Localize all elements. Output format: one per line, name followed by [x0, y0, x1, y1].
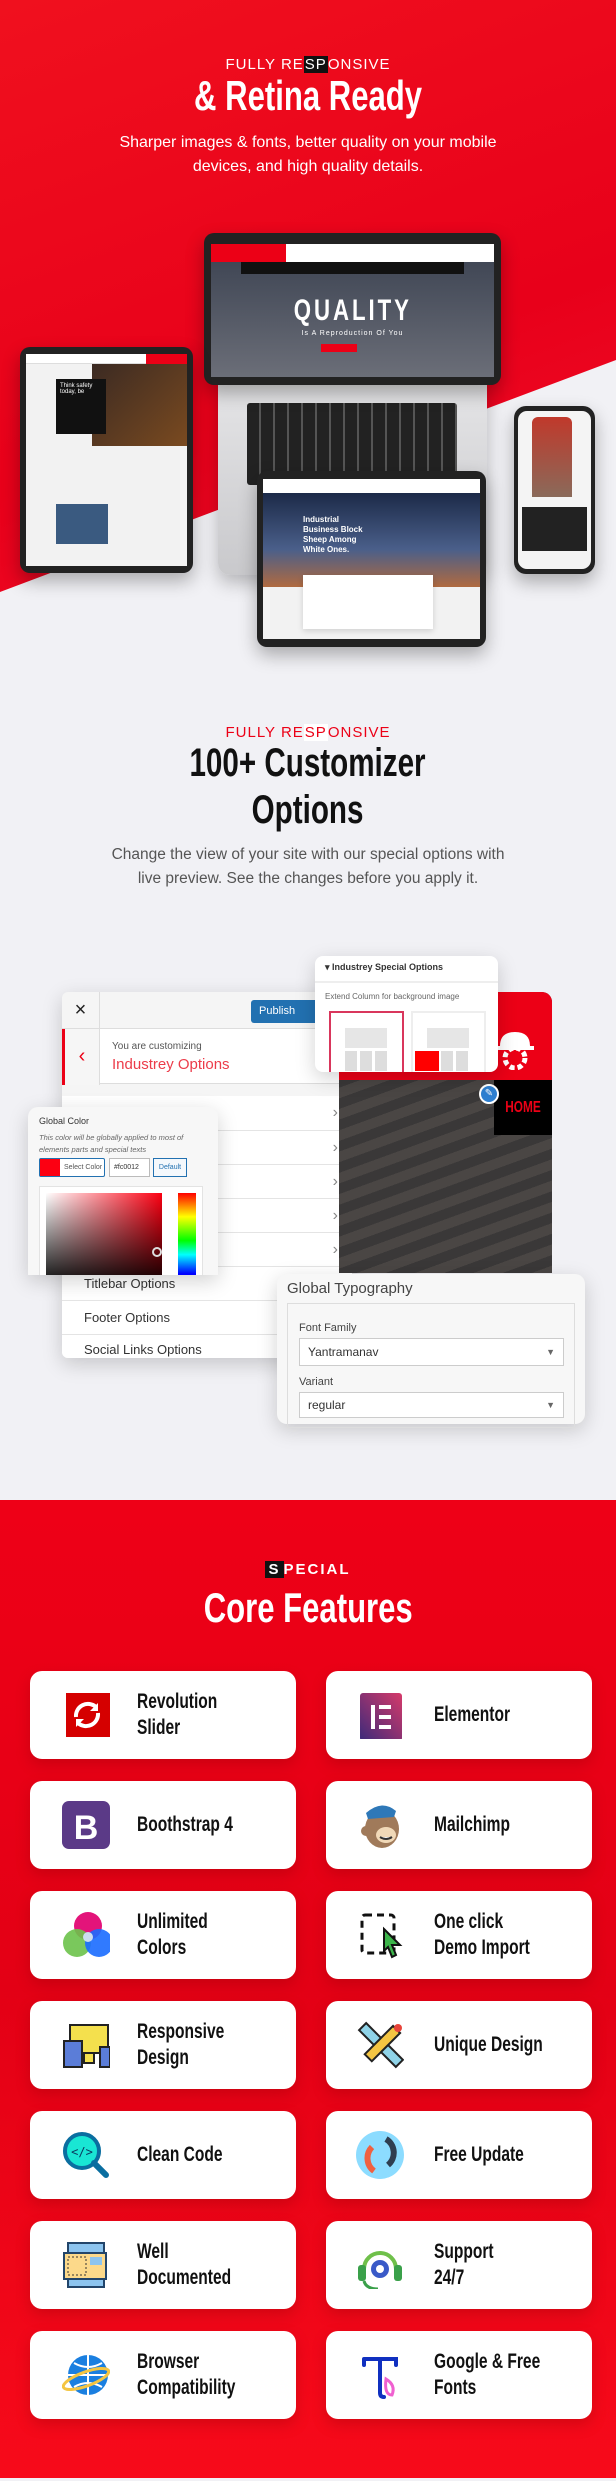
hardhat-gear-logo-icon: [496, 1032, 534, 1070]
color-gradient-picker[interactable]: [46, 1193, 162, 1275]
feature-label: Mailchimp: [434, 1813, 510, 1836]
feature-label: Unique Design: [434, 2033, 543, 2056]
feature-card: Support 24/7: [326, 2221, 592, 2309]
hero-title: & Retina Ready: [194, 72, 422, 119]
special-options-popup: ▾ Industrey Special Options Extend Colum…: [315, 956, 498, 1072]
dropdown-arrow-icon: ▼: [546, 1347, 555, 1357]
select-color-button[interactable]: Select Color: [39, 1158, 105, 1177]
typography-icon: [362, 2357, 398, 2399]
global-color-description: This color will be globally applied to m…: [39, 1133, 184, 1154]
font-family-label: Font Family: [299, 1322, 357, 1334]
devices-icon: [63, 2024, 110, 2068]
feature-card: Browser Compatibility: [30, 2331, 296, 2419]
laptop-headline: QUALITY: [293, 294, 412, 327]
edit-pencil-icon[interactable]: ✎: [479, 1084, 499, 1104]
cursor-select-icon: [360, 1913, 402, 1959]
feature-card: Revolution Slider: [30, 1671, 296, 1759]
hero-subtitle: Sharper images & fonts, better quality o…: [119, 134, 497, 175]
hero-kicker: FULLY RESPONSIVE: [225, 56, 391, 73]
laptop: QUALITY Is A Reproduction Of You: [204, 233, 501, 385]
layout-option-1[interactable]: [329, 1011, 404, 1072]
feature-card: Boothstrap 4: [30, 1781, 296, 1869]
feature-label: Responsive Design: [137, 2020, 225, 2069]
headset-icon: [356, 2251, 404, 2289]
feature-label: Google & Free Fonts: [434, 2350, 541, 2399]
refresh-icon: [64, 1691, 110, 1739]
global-color-title: Global Color: [39, 1116, 90, 1126]
back-button[interactable]: ‹: [62, 1029, 100, 1085]
customizing-label: You are customizing: [112, 1041, 202, 1052]
code-search-icon: [62, 2131, 110, 2179]
global-color-popup: Global Color This color will be globally…: [28, 1107, 218, 1275]
tablet-center-headline: Industrial Business Block Sheep Among Wh…: [303, 515, 363, 554]
feature-label: Revolution Slider: [137, 1690, 218, 1739]
mailchimp-icon: [360, 1804, 400, 1849]
update-icon: [356, 2131, 404, 2179]
feature-label: Support 24/7: [434, 2240, 494, 2289]
default-button[interactable]: Default: [153, 1158, 187, 1177]
feature-card: Unlimited Colors: [30, 1891, 296, 1979]
feature-label: Elementor: [434, 1703, 511, 1726]
features-title: Core Features: [203, 1584, 413, 1631]
feature-label: Well Documented: [137, 2240, 232, 2289]
hex-color-input[interactable]: #fc0012: [109, 1158, 150, 1177]
global-typography-title: Global Typography: [287, 1280, 413, 1297]
feature-card: Responsive Design: [30, 2001, 296, 2089]
bootstrap-icon: [62, 1801, 110, 1849]
variant-select[interactable]: regular ▼: [299, 1392, 564, 1418]
customizer-kicker: FULLY RESPONSIVE: [225, 724, 391, 741]
special-options-title[interactable]: ▾ Industrey Special Options: [325, 962, 443, 973]
hue-slider[interactable]: [178, 1193, 196, 1275]
tablet-left-headline: Think safety today, be: [56, 379, 106, 434]
customizer-title: 100+ Customizer Options: [189, 741, 427, 832]
font-family-select[interactable]: Yantramanav ▼: [299, 1338, 564, 1366]
features-kicker: S PECIAL: [0, 1561, 616, 1578]
feature-card: Google & Free Fonts: [326, 2331, 592, 2419]
feature-label: Free Update: [434, 2143, 524, 2166]
special-options-label: Extend Column for background image: [325, 992, 460, 1001]
phone: [514, 406, 595, 574]
caret-down-icon: ▾: [325, 962, 333, 972]
pencil-ruler-icon: [358, 2022, 404, 2068]
publish-button[interactable]: Publish: [251, 1000, 321, 1023]
tablet-left: Think safety today, be: [20, 347, 193, 573]
customizer-description: Change the view of your site with our sp…: [111, 846, 505, 887]
color-swatch: [40, 1159, 60, 1176]
feature-card: Unique Design: [326, 2001, 592, 2089]
color-picker-handle[interactable]: [152, 1247, 162, 1257]
document-icon: [63, 2242, 107, 2288]
layout-option-2[interactable]: [411, 1011, 486, 1072]
feature-label: Boothstrap 4: [137, 1813, 233, 1836]
tablet-center: Industrial Business Block Sheep Among Wh…: [257, 471, 486, 647]
dropdown-arrow-icon: ▼: [546, 1400, 555, 1410]
feature-card: Mailchimp: [326, 1781, 592, 1869]
feature-label: Unlimited Colors: [137, 1910, 208, 1959]
feature-label: One click Demo Import: [434, 1910, 530, 1959]
feature-card: Free Update: [326, 2111, 592, 2199]
feature-label: Clean Code: [137, 2143, 223, 2166]
section-title: Industrey Options: [112, 1056, 230, 1073]
elementor-icon: [360, 1693, 402, 1739]
variant-label: Variant: [299, 1376, 334, 1388]
global-typography-panel: Global Typography Font Family Yantramana…: [277, 1274, 585, 1428]
feature-label: Browser Compatibility: [137, 2350, 236, 2399]
laptop-tagline: Is A Reproduction Of You: [301, 330, 404, 337]
feature-card: Clean Code: [30, 2111, 296, 2199]
menu-home[interactable]: HOME: [494, 1080, 552, 1135]
feature-card: Elementor: [326, 1671, 592, 1759]
globe-icon: [62, 2353, 110, 2397]
feature-card: Well Documented: [30, 2221, 296, 2309]
close-button[interactable]: ×: [62, 992, 100, 1028]
feature-card: One click Demo Import: [326, 1891, 592, 1979]
color-circles-icon: [63, 1912, 110, 1957]
